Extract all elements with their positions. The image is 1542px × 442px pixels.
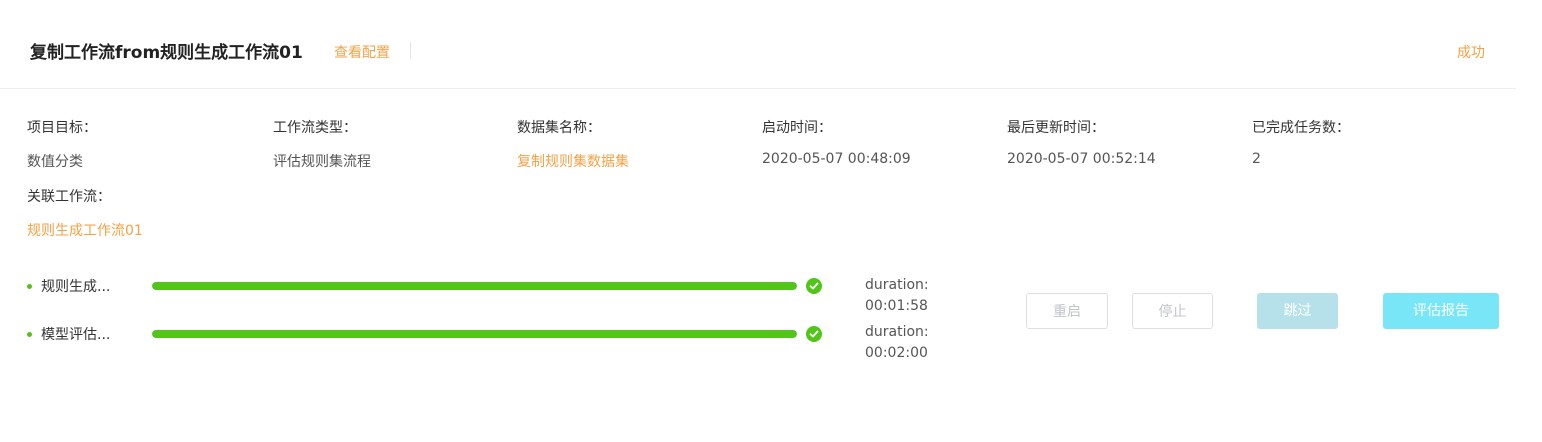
stage-dot-icon (27, 332, 32, 337)
stage-row: 规则生成... (27, 276, 827, 296)
check-circle-icon (806, 278, 822, 294)
stage-name: 规则生成... (41, 279, 111, 295)
workflow-card: 复制工作流from规则生成工作流01 查看配置 成功 项目目标： 工作流类型： … (0, 0, 1542, 442)
stage-progress-bar (152, 282, 797, 290)
header-divider (410, 42, 411, 58)
workflow-type-value: 评估规则集流程 (273, 154, 371, 170)
view-config-link[interactable]: 查看配置 (334, 42, 390, 62)
start-time-value: 2020-05-07 00:48:09 (762, 151, 911, 167)
related-workflow-label: 关联工作流： (27, 189, 111, 205)
duration-value: 00:02:00 (865, 345, 928, 361)
stop-button[interactable]: 停止 (1132, 293, 1213, 329)
workflow-type-label: 工作流类型： (273, 120, 357, 136)
workflow-title: 复制工作流from规则生成工作流01 (30, 43, 303, 63)
stage-progress-bar (152, 330, 797, 338)
check-circle-icon (806, 326, 822, 342)
project-goal-label: 项目目标： (27, 120, 97, 136)
start-time-label: 启动时间： (762, 120, 832, 136)
stage-duration: duration: 00:02:00 (865, 322, 929, 364)
stage-row: 模型评估... (27, 324, 827, 344)
completed-tasks-label: 已完成任务数： (1252, 120, 1350, 136)
related-workflow-link[interactable]: 规则生成工作流01 (27, 220, 143, 240)
status-text: 成功 (1457, 45, 1485, 61)
dataset-name-link[interactable]: 复制规则集数据集 (517, 151, 629, 171)
project-goal-value: 数值分类 (27, 154, 83, 170)
restart-button[interactable]: 重启 (1026, 293, 1108, 329)
evaluation-report-button[interactable]: 评估报告 (1383, 293, 1499, 329)
completed-tasks-value: 2 (1252, 151, 1261, 167)
last-update-value: 2020-05-07 00:52:14 (1007, 151, 1156, 167)
last-update-label: 最后更新时间： (1007, 120, 1105, 136)
skip-button[interactable]: 跳过 (1257, 293, 1338, 329)
stage-progress-fill (152, 330, 797, 338)
duration-value: 00:01:58 (865, 298, 928, 314)
card-header: 复制工作流from规则生成工作流01 查看配置 成功 (0, 0, 1516, 89)
stage-progress-fill (152, 282, 797, 290)
stage-duration: duration: 00:01:58 (865, 275, 929, 317)
stage-dot-icon (27, 284, 32, 289)
duration-label: duration: (865, 277, 929, 293)
dataset-name-label: 数据集名称： (517, 120, 601, 136)
duration-label: duration: (865, 324, 929, 340)
stage-name: 模型评估... (41, 327, 111, 343)
